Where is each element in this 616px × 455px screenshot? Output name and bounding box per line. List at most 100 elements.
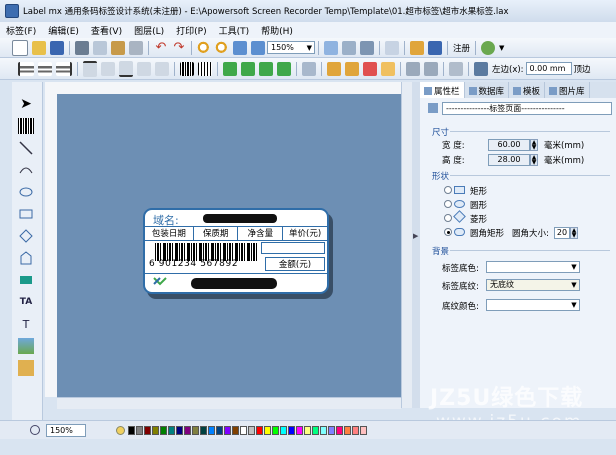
smiley-icon[interactable] (116, 425, 125, 435)
align-middle-icon[interactable] (101, 61, 115, 76)
color-swatch[interactable] (144, 425, 151, 435)
image-icon[interactable] (410, 40, 424, 55)
unlock-icon[interactable] (345, 61, 359, 76)
align-right-icon[interactable] (56, 61, 72, 76)
corner-size-input[interactable]: 20 (554, 227, 570, 239)
column-shelf-life[interactable]: 保质期 (194, 227, 239, 240)
layer-green-4-icon[interactable] (277, 61, 291, 76)
status-zoom[interactable]: 150% (46, 423, 86, 437)
layer-green-3-icon[interactable] (259, 61, 273, 76)
align-bottom-icon[interactable] (119, 60, 133, 77)
shape-rounded-rect-radio[interactable] (444, 228, 452, 236)
curve-icon[interactable] (18, 162, 34, 178)
menu-print[interactable]: 打印(P) (170, 24, 212, 37)
menu-edit[interactable]: 编辑(E) (42, 24, 85, 37)
color-swatch[interactable] (136, 425, 143, 435)
color-swatch[interactable] (336, 425, 343, 435)
align-top-icon[interactable] (83, 60, 97, 77)
color-swatch[interactable] (240, 425, 247, 435)
text-icon[interactable]: T (18, 316, 34, 332)
color-swatch[interactable] (160, 425, 167, 435)
color-swatch[interactable] (280, 425, 287, 435)
width-spinner[interactable]: ▲ ▼ (530, 139, 538, 151)
column-pack-date[interactable]: 包装日期 (145, 227, 194, 240)
chain-icon[interactable] (424, 61, 438, 76)
line-icon[interactable] (18, 140, 34, 156)
open-icon[interactable] (32, 40, 46, 55)
distribute-v-icon[interactable] (155, 61, 169, 76)
panel-splitter[interactable]: ▶ (412, 82, 420, 408)
menu-help[interactable]: 帮助(H) (255, 24, 299, 37)
rectangle-icon[interactable] (18, 206, 34, 222)
fit-width-icon[interactable] (233, 40, 247, 55)
barcode-icon[interactable] (18, 118, 34, 134)
color-swatch[interactable] (328, 425, 335, 435)
zoom-out-icon[interactable] (215, 40, 229, 55)
diamond-icon[interactable] (18, 228, 34, 244)
menu-label[interactable]: 标签(F) (0, 24, 42, 37)
pointer-icon[interactable]: ➤ (18, 96, 34, 112)
tab-templates[interactable]: 模板 (509, 82, 546, 98)
color-swatch[interactable] (320, 425, 327, 435)
save-icon[interactable] (50, 40, 64, 55)
color-swatch[interactable] (168, 425, 175, 435)
menu-view[interactable]: 查看(V) (85, 24, 128, 37)
lock-position-icon[interactable] (474, 61, 488, 76)
color-swatch[interactable] (360, 425, 367, 435)
shape-circle-radio[interactable] (444, 200, 452, 208)
distribute-h-icon[interactable] (137, 61, 151, 76)
color-swatch[interactable] (208, 425, 215, 435)
collapse-arrow-icon[interactable]: ▶ (413, 232, 418, 240)
text-box-icon[interactable]: TA (18, 294, 34, 310)
barcode-2-icon[interactable] (198, 61, 212, 76)
picture-icon[interactable] (18, 338, 34, 354)
bg-texture-select[interactable]: 无底纹 ▼ (486, 279, 580, 291)
barcode-tool-icon[interactable] (180, 61, 194, 76)
zoom-icon[interactable] (30, 425, 40, 435)
color-swatch[interactable] (312, 425, 319, 435)
color-swatch[interactable] (128, 425, 135, 435)
height-spinner[interactable]: ▲ ▼ (530, 154, 538, 166)
layer-green-1-icon[interactable] (223, 61, 237, 76)
height-input[interactable]: 28.00 (488, 154, 530, 166)
register-button[interactable]: 注册 (453, 42, 470, 54)
menu-tools[interactable]: 工具(T) (213, 24, 256, 37)
link-icon[interactable] (406, 61, 420, 76)
cut-icon[interactable] (75, 40, 89, 55)
dropdown-arrow-icon[interactable]: ▼ (499, 41, 507, 55)
bg-color-picker[interactable]: ▼ (486, 261, 580, 273)
color-swatch[interactable] (200, 425, 207, 435)
color-swatch[interactable] (248, 425, 255, 435)
lock-icon[interactable] (327, 61, 341, 76)
column-unit-price[interactable]: 单价(元) (283, 227, 327, 240)
color-swatch[interactable] (352, 425, 359, 435)
tab-database[interactable]: 数据库 (465, 82, 510, 98)
color-swatch[interactable] (344, 425, 351, 435)
color-swatch[interactable] (304, 425, 311, 435)
color-swatch[interactable] (184, 425, 191, 435)
script-icon[interactable] (449, 61, 463, 76)
corner-size-spinner[interactable]: ▲ ▼ (570, 227, 578, 239)
new-icon[interactable] (12, 39, 28, 56)
color-swatch[interactable] (256, 425, 263, 435)
filled-rect-icon[interactable] (18, 272, 34, 288)
width-input[interactable]: 60.00 (488, 139, 530, 151)
shape-rect-radio[interactable] (444, 186, 452, 194)
zoom-in-icon[interactable] (197, 40, 211, 55)
color-swatch[interactable] (232, 425, 239, 435)
print-preview-icon[interactable] (324, 40, 338, 55)
object-selector[interactable]: ---------------标签页面--------------- (442, 102, 612, 115)
column-net-weight[interactable]: 净含量 (238, 227, 284, 240)
menu-layer[interactable]: 图层(L) (128, 24, 170, 37)
color-swatch[interactable] (288, 425, 295, 435)
left-margin-input[interactable]: 0.00 mm (525, 62, 572, 75)
fill-icon[interactable] (381, 61, 395, 76)
help-icon[interactable] (428, 40, 442, 55)
tab-properties[interactable]: 属性栏 (420, 82, 465, 98)
ellipse-icon[interactable] (18, 184, 34, 200)
color-icon[interactable] (363, 61, 377, 76)
redo-icon[interactable]: ↷ (172, 40, 186, 55)
horizontal-scrollbar[interactable] (57, 397, 401, 409)
color-swatch[interactable] (224, 425, 231, 435)
layer-green-2-icon[interactable] (241, 61, 255, 76)
